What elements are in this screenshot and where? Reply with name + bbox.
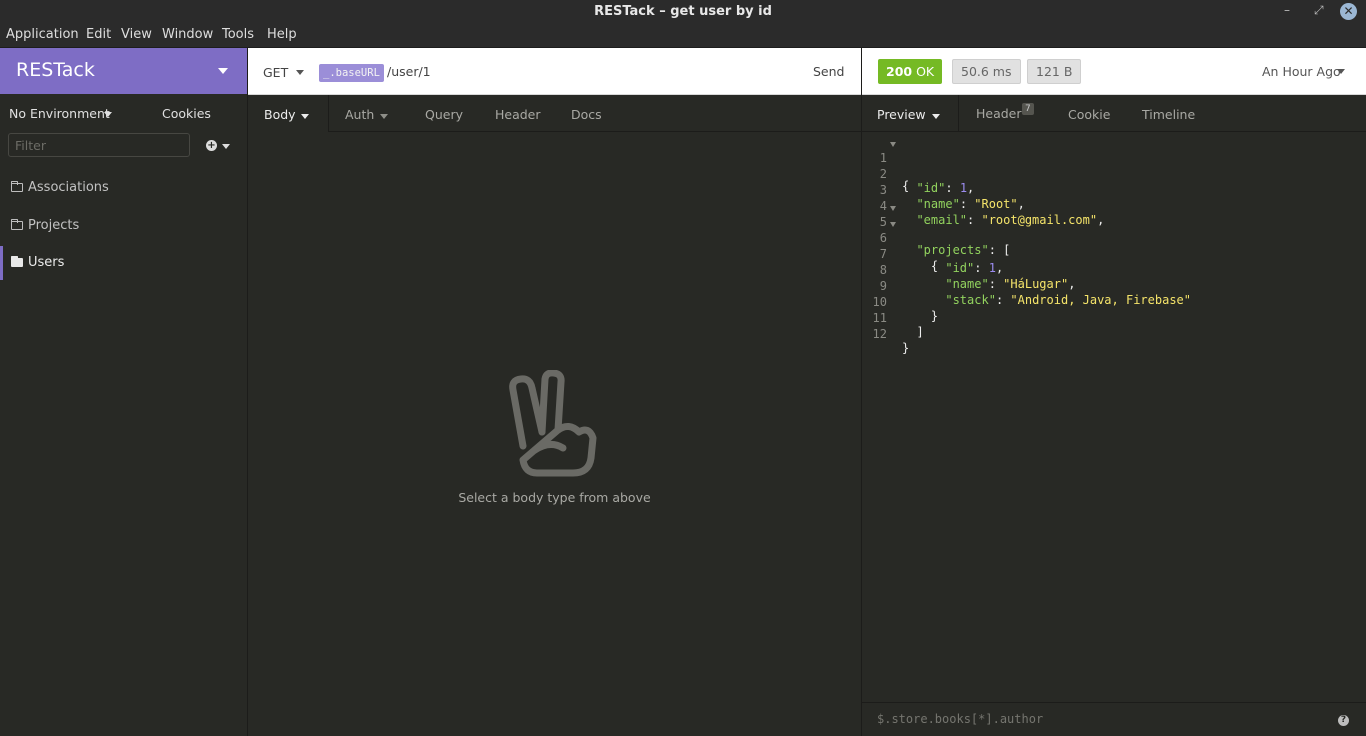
- status-badge: 200 OK: [878, 59, 943, 84]
- status-text: OK: [916, 64, 935, 79]
- sidebar-item-associations[interactable]: Associations: [0, 171, 247, 205]
- code-line: 5 "projects": [: [862, 201, 1366, 257]
- code-line: 9 "stack": "Android, Java, Firebase": [862, 265, 1366, 307]
- response-size-badge: 121 B: [1027, 59, 1082, 84]
- chevron-down-icon: [1337, 69, 1345, 74]
- history-dropdown[interactable]: An Hour Ago: [1262, 64, 1341, 79]
- tab-body[interactable]: Body: [264, 107, 296, 122]
- menu-bar: Application Edit View Window Tools Help: [0, 24, 1366, 48]
- url-variable-tag[interactable]: _.baseURL: [319, 64, 384, 82]
- chevron-down-icon: [296, 70, 304, 75]
- response-filter-bar: ?: [862, 702, 1366, 736]
- jsonpath-filter-input[interactable]: [877, 712, 1307, 726]
- workspace-menu[interactable]: RESTack: [0, 48, 247, 94]
- minimize-icon[interactable]: –: [1284, 3, 1290, 17]
- menu-window[interactable]: Window: [162, 27, 213, 42]
- code-line: 8 "name": "HáLugar",: [862, 249, 1366, 291]
- chevron-down-icon[interactable]: [222, 144, 230, 149]
- tab-docs[interactable]: Docs: [571, 107, 602, 122]
- folder-icon: [11, 219, 23, 230]
- request-tabs: Body Auth Query Header Docs: [248, 95, 861, 132]
- menu-help[interactable]: Help: [267, 27, 297, 42]
- url-input[interactable]: /user/1: [387, 64, 431, 79]
- code-line: 6 {: [862, 217, 1366, 273]
- cookies-button[interactable]: Cookies: [162, 106, 211, 121]
- menu-view[interactable]: View: [121, 27, 152, 42]
- send-button[interactable]: Send: [813, 64, 844, 79]
- folder-label: Users: [28, 255, 65, 270]
- chevron-down-icon: [218, 68, 228, 74]
- chevron-down-icon: [932, 114, 940, 119]
- folder-label: Projects: [28, 218, 80, 233]
- url-bar: GET _.baseURL /user/1 Send: [248, 48, 861, 95]
- active-indicator: [0, 246, 3, 280]
- response-pane: 200 OK 50.6 ms 121 B An Hour Ago Preview…: [862, 48, 1366, 736]
- response-time-badge: 50.6 ms: [952, 59, 1021, 84]
- peace-hand-icon: [509, 370, 597, 477]
- folder-icon: [11, 181, 23, 192]
- folder-open-icon: [11, 256, 23, 267]
- workspace-name: RESTack: [16, 59, 95, 81]
- chevron-down-icon: [301, 114, 309, 119]
- code-line: 3 "name": "Root",: [862, 169, 1366, 211]
- maximize-icon[interactable]: ⤢: [1314, 3, 1324, 18]
- status-code: 200: [886, 64, 913, 79]
- environment-dropdown[interactable]: No Environment: [9, 106, 110, 121]
- sidebar-filter-input[interactable]: [8, 133, 190, 157]
- window-title: RESTack – get user by id: [594, 4, 772, 19]
- response-tabs: Preview Header 7 Cookie Timeline: [862, 95, 1366, 132]
- code-line: 12 }: [862, 313, 1366, 355]
- fold-arrow-icon[interactable]: [890, 142, 896, 147]
- code-line: 2 "id": 1,: [862, 153, 1366, 195]
- add-circle-icon[interactable]: +: [206, 140, 217, 151]
- empty-state-message: Select a body type from above: [458, 490, 651, 505]
- code-line: 10 }: [862, 281, 1366, 323]
- tab-header[interactable]: Header: [976, 106, 1022, 121]
- method-dropdown[interactable]: GET: [263, 65, 288, 80]
- tab-timeline[interactable]: Timeline: [1142, 107, 1195, 122]
- tab-auth[interactable]: Auth: [345, 107, 374, 122]
- close-icon[interactable]: ✕: [1340, 3, 1357, 20]
- chevron-down-icon: [104, 112, 112, 117]
- folder-label: Associations: [28, 180, 109, 195]
- sidebar-item-users[interactable]: Users: [0, 246, 247, 280]
- title-bar: RESTack – get user by id – ⤢ ✕: [0, 0, 1366, 24]
- menu-tools[interactable]: Tools: [222, 27, 254, 42]
- tab-preview[interactable]: Preview: [877, 107, 926, 122]
- code-line: 11 ]: [862, 297, 1366, 339]
- code-line: 4 "email": "root@gmail.com",: [862, 185, 1366, 227]
- sidebar-item-projects[interactable]: Projects: [0, 209, 247, 243]
- response-status-bar: 200 OK 50.6 ms 121 B An Hour Ago: [862, 48, 1366, 95]
- chevron-down-icon: [380, 114, 388, 119]
- header-count-badge: 7: [1022, 103, 1034, 115]
- menu-application[interactable]: Application: [6, 27, 79, 42]
- fold-arrow-icon[interactable]: [890, 222, 896, 227]
- menu-edit[interactable]: Edit: [86, 27, 111, 42]
- tab-cookie[interactable]: Cookie: [1068, 107, 1110, 122]
- tab-header[interactable]: Header: [495, 107, 541, 122]
- request-pane: GET _.baseURL /user/1 Send Body Auth Que…: [248, 48, 862, 736]
- fold-arrow-icon[interactable]: [890, 206, 896, 211]
- help-icon[interactable]: ?: [1338, 715, 1349, 726]
- line-number: 12: [872, 327, 887, 341]
- sidebar: RESTack No Environment Cookies + Associa…: [0, 48, 248, 736]
- tab-query[interactable]: Query: [425, 107, 463, 122]
- code-line: 7 "id": 1,: [862, 233, 1366, 275]
- code-line: 1 {: [862, 137, 1366, 193]
